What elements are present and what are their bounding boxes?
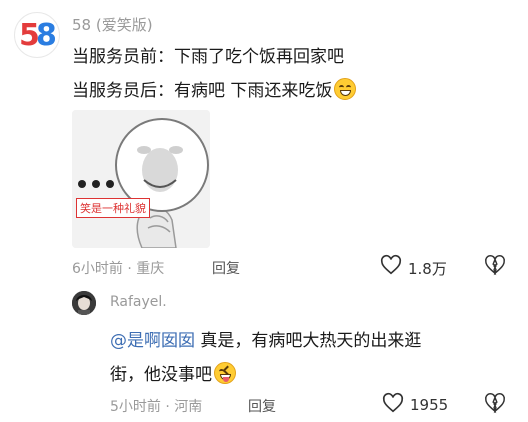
reply-text-part-2: 街，他没事吧 xyxy=(110,365,212,385)
reply-like-count: 1955 xyxy=(410,396,449,414)
comment-text-line-2-content: 当服务员后：有病吧 下雨还来吃饭 xyxy=(72,81,333,101)
reply-like-heart-icon[interactable] xyxy=(382,392,404,418)
tongue-wink-emoji-icon xyxy=(214,362,236,384)
mention-link[interactable]: @是啊囡囡 xyxy=(110,331,195,351)
comment-location: 重庆 xyxy=(136,261,165,277)
reply-reply-button[interactable]: 回复 xyxy=(248,396,276,416)
reply-text-line-1: @是啊囡囡 真是，有病吧大热天的出来逛 xyxy=(110,326,421,351)
commenter-avatar[interactable]: 58 xyxy=(14,12,60,58)
reply-text-line-2: 街，他没事吧 xyxy=(110,360,236,385)
reply-button[interactable]: 回复 xyxy=(212,258,240,278)
comment-text-line-1: 当服务员前：下雨了吃个饭再回家吧 xyxy=(72,47,344,67)
reply-avatar-illustration xyxy=(72,291,96,315)
comment-time: 6小时前 xyxy=(72,261,123,277)
comment-text-line-2: 当服务员后：有病吧 下雨还来吃饭 xyxy=(72,76,357,101)
reply-location: 河南 xyxy=(174,399,203,415)
like-heart-icon[interactable] xyxy=(380,254,402,280)
reply-meta: 5小时前 · 河南 xyxy=(110,399,203,415)
reply-time: 5小时前 xyxy=(110,399,161,415)
comment-meta: 6小时前 · 重庆 xyxy=(72,261,165,277)
grin-emoji-icon xyxy=(334,78,357,100)
reply-avatar[interactable] xyxy=(72,291,96,315)
meme-caption: 笑是一种礼貌 xyxy=(76,198,150,218)
meme-image[interactable]: 笑是一种礼貌 xyxy=(72,110,210,248)
meme-face-illustration xyxy=(72,110,210,248)
reply-username[interactable]: Rafayel. xyxy=(110,294,167,310)
broken-heart-icon[interactable] xyxy=(484,254,506,280)
like-count: 1.8万 xyxy=(408,260,447,278)
commenter-username[interactable]: 58 (爱笑版) xyxy=(72,14,153,35)
reply-broken-heart-icon[interactable] xyxy=(484,392,506,418)
reply-text-part-1: 真是，有病吧大热天的出来逛 xyxy=(195,331,422,351)
